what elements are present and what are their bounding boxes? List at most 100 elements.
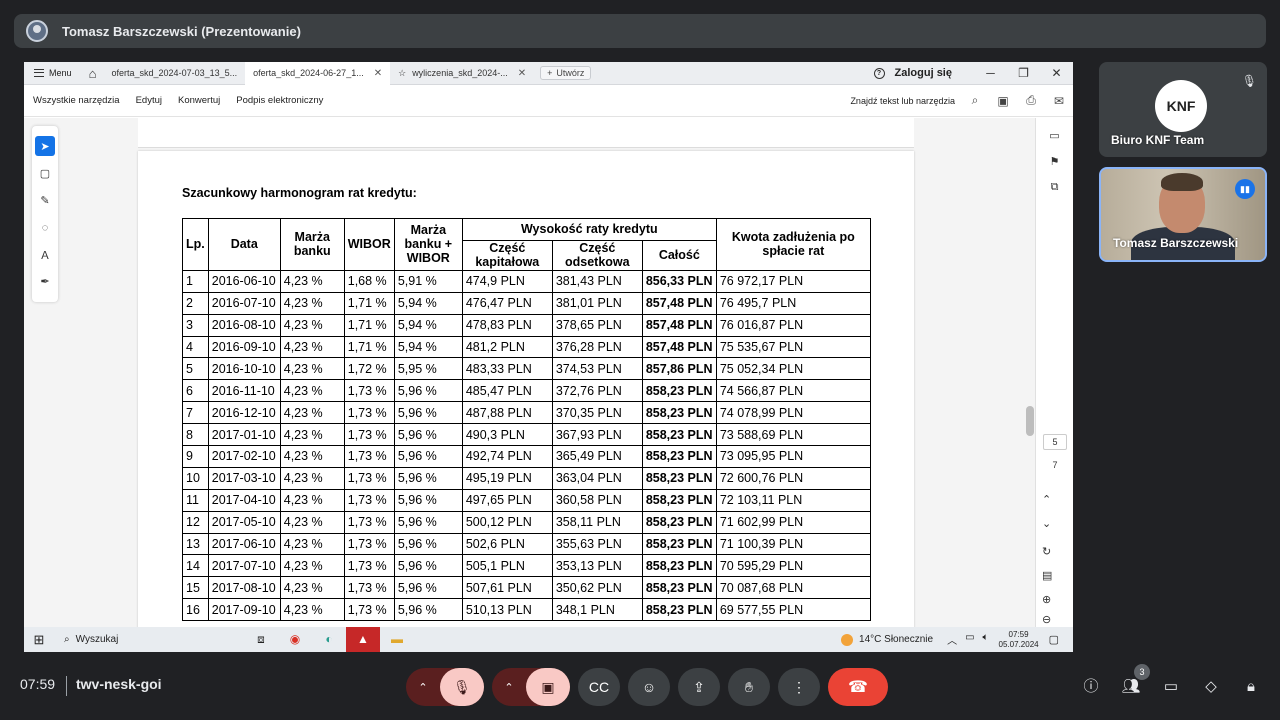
tab-2[interactable]: oferta_skd_2024-06-27_1... ✕: [245, 62, 391, 85]
table-row: 7 2016-12-10 4,23 % 1,73 % 5,96 % 487,88 PLN 3…: [182, 401, 871, 425]
info-icon[interactable]: ⓘ: [1078, 674, 1104, 700]
scroll-thumb[interactable]: [1026, 406, 1034, 436]
table-cell: 4,23 %: [279, 510, 345, 534]
close-tab-icon[interactable]: ✕: [518, 68, 526, 79]
notifications-icon[interactable]: ▢: [1049, 633, 1059, 646]
battery-icon[interactable]: ▭: [965, 632, 974, 647]
system-date: 05.07.2024: [998, 639, 1039, 649]
table-cell: 2016-08-10: [207, 313, 281, 337]
table-row: 5 2016-10-10 4,23 % 1,72 % 5,95 % 483,33 PLN 3…: [182, 357, 871, 381]
toolbar-all-tools[interactable]: Wszystkie narzędzia: [24, 95, 128, 106]
chrome-icon[interactable]: ◉: [278, 627, 312, 652]
captions-icon[interactable]: CC: [578, 668, 620, 706]
table-cell: 856,33 PLN: [641, 269, 717, 293]
tab-1[interactable]: oferta_skd_2024-07-03_13_5...: [104, 62, 246, 85]
edge-icon[interactable]: ◐: [312, 627, 346, 652]
text-box-icon[interactable]: Ａ: [32, 241, 58, 268]
raise-hand-icon[interactable]: ✋︎: [728, 668, 770, 706]
table-cell: 15: [182, 576, 209, 600]
comment-panel-icon[interactable]: ▭: [1036, 122, 1073, 148]
bookmark-icon[interactable]: ⚑: [1036, 148, 1073, 174]
find-tools-label[interactable]: Znajdź tekst lub narzędzia: [850, 96, 955, 106]
search-icon[interactable]: ⌕: [961, 93, 989, 108]
toolbar-convert[interactable]: Konwertuj: [170, 95, 228, 106]
participant-tile-presenter[interactable]: ▮▮ Tomasz Barszczewski: [1099, 167, 1267, 262]
activities-icon[interactable]: ◇: [1198, 674, 1224, 700]
tray-chevron-icon[interactable]: ︿: [947, 632, 957, 647]
table-cell: 857,86 PLN: [641, 357, 717, 381]
plus-icon: +: [547, 68, 553, 78]
col-installment: Wysokość raty kredytu: [461, 218, 717, 241]
leave-call-button[interactable]: ☎: [828, 668, 888, 706]
new-tab-button[interactable]: + Utwórz: [540, 66, 592, 80]
table-cell: 5,96 %: [393, 488, 463, 512]
presenter-bar: Tomasz Barszczewski (Prezentowanie): [14, 14, 1266, 48]
more-options-icon[interactable]: ⋮: [778, 668, 820, 706]
login-button[interactable]: Zaloguj się: [895, 67, 952, 79]
present-screen-icon[interactable]: ⇪: [678, 668, 720, 706]
lasso-draw-icon[interactable]: ◌: [32, 214, 58, 241]
table-cell: 858,23 PLN: [641, 445, 717, 468]
highlight-pen-icon[interactable]: ✎: [32, 187, 58, 214]
volume-icon[interactable]: 🔈︎: [983, 632, 989, 647]
page-total: 7: [1052, 460, 1058, 470]
mail-icon[interactable]: ✉: [1045, 94, 1073, 108]
vertical-scrollbar[interactable]: [1024, 118, 1035, 627]
table-cell: 4,23 %: [279, 445, 345, 468]
add-comment-icon[interactable]: ▢: [32, 160, 58, 187]
table-row: 3 2016-08-10 4,23 % 1,71 % 5,94 % 478,83 PLN 3…: [182, 313, 871, 337]
sign-pen-icon[interactable]: ✒: [32, 268, 58, 295]
tab-3[interactable]: ☆ wyliczenia_skd_2024-... ✕: [390, 62, 534, 85]
next-page-icon[interactable]: ⌄: [1042, 510, 1051, 536]
toolbar-edit[interactable]: Edytuj: [128, 95, 170, 106]
select-cursor-icon[interactable]: ➤: [35, 136, 55, 156]
table-cell: 1,73 %: [343, 488, 395, 512]
file-explorer-icon[interactable]: ▬: [380, 627, 414, 652]
table-cell: 365,49 PLN: [551, 445, 643, 468]
camera-off-button[interactable]: ▣: [526, 668, 570, 706]
minimize-icon[interactable]: ─: [974, 66, 1007, 80]
emoji-icon[interactable]: ☺: [628, 668, 670, 706]
system-clock[interactable]: 07:59 05.07.2024: [999, 630, 1039, 650]
save-icon[interactable]: ▣: [989, 94, 1017, 108]
acrobat-icon[interactable]: ▲: [346, 627, 380, 652]
task-view-icon[interactable]: ⧈: [244, 627, 278, 652]
table-cell: 5,94 %: [393, 291, 463, 315]
table-cell: 72 103,11 PLN: [715, 488, 871, 512]
weather-widget[interactable]: 14°C Słonecznie: [841, 633, 933, 646]
host-controls-icon[interactable]: 🔒︎: [1238, 674, 1264, 700]
audio-options-chevron-icon[interactable]: ⌃: [406, 681, 440, 694]
rotate-icon[interactable]: ↻: [1042, 538, 1051, 564]
chat-icon[interactable]: ▭: [1158, 674, 1184, 700]
fit-page-icon[interactable]: ▤: [1042, 562, 1052, 588]
star-icon[interactable]: ☆: [398, 68, 406, 79]
mic-off-icon: 🎙︎: [1241, 74, 1257, 88]
toolbar-e-sign[interactable]: Podpis elektroniczny: [228, 95, 331, 106]
table-cell: 372,76 PLN: [551, 379, 643, 403]
close-tab-icon[interactable]: ✕: [374, 68, 382, 79]
table-cell: 1,73 %: [343, 532, 395, 556]
table-cell: 1: [182, 269, 209, 293]
windows-start-icon[interactable]: ⊞: [24, 632, 54, 648]
pages-icon[interactable]: ⧉: [1036, 174, 1073, 200]
help-icon[interactable]: ?: [873, 67, 885, 79]
participant-name: Biuro KNF Team: [1111, 133, 1205, 147]
people-icon[interactable]: 👥︎ 3: [1118, 664, 1150, 700]
close-window-icon[interactable]: ✕: [1040, 66, 1073, 80]
table-cell: 476,47 PLN: [461, 291, 553, 315]
taskbar-search[interactable]: ⌕ Wyszukaj: [54, 634, 244, 645]
table-row: 9 2017-02-10 4,23 % 1,73 % 5,96 % 492,74 PLN 3…: [182, 445, 871, 468]
home-icon[interactable]: ⌂: [82, 66, 104, 81]
mic-muted-button[interactable]: 🎙︎: [440, 668, 484, 706]
table-cell: 5,96 %: [393, 532, 463, 556]
prev-page-icon[interactable]: ⌃: [1042, 486, 1051, 512]
participant-tile-knf[interactable]: KNF 🎙︎ Biuro KNF Team: [1099, 62, 1267, 157]
video-options-chevron-icon[interactable]: ⌃: [492, 681, 526, 694]
table-cell: 858,23 PLN: [641, 379, 717, 403]
menu-button[interactable]: Menu: [24, 68, 82, 78]
restore-icon[interactable]: ❐: [1007, 66, 1040, 80]
page-number[interactable]: 5: [1043, 434, 1067, 450]
print-icon[interactable]: ⎙: [1017, 93, 1045, 108]
table-cell: 5,96 %: [393, 423, 463, 447]
table-cell: 505,1 PLN: [461, 554, 553, 578]
